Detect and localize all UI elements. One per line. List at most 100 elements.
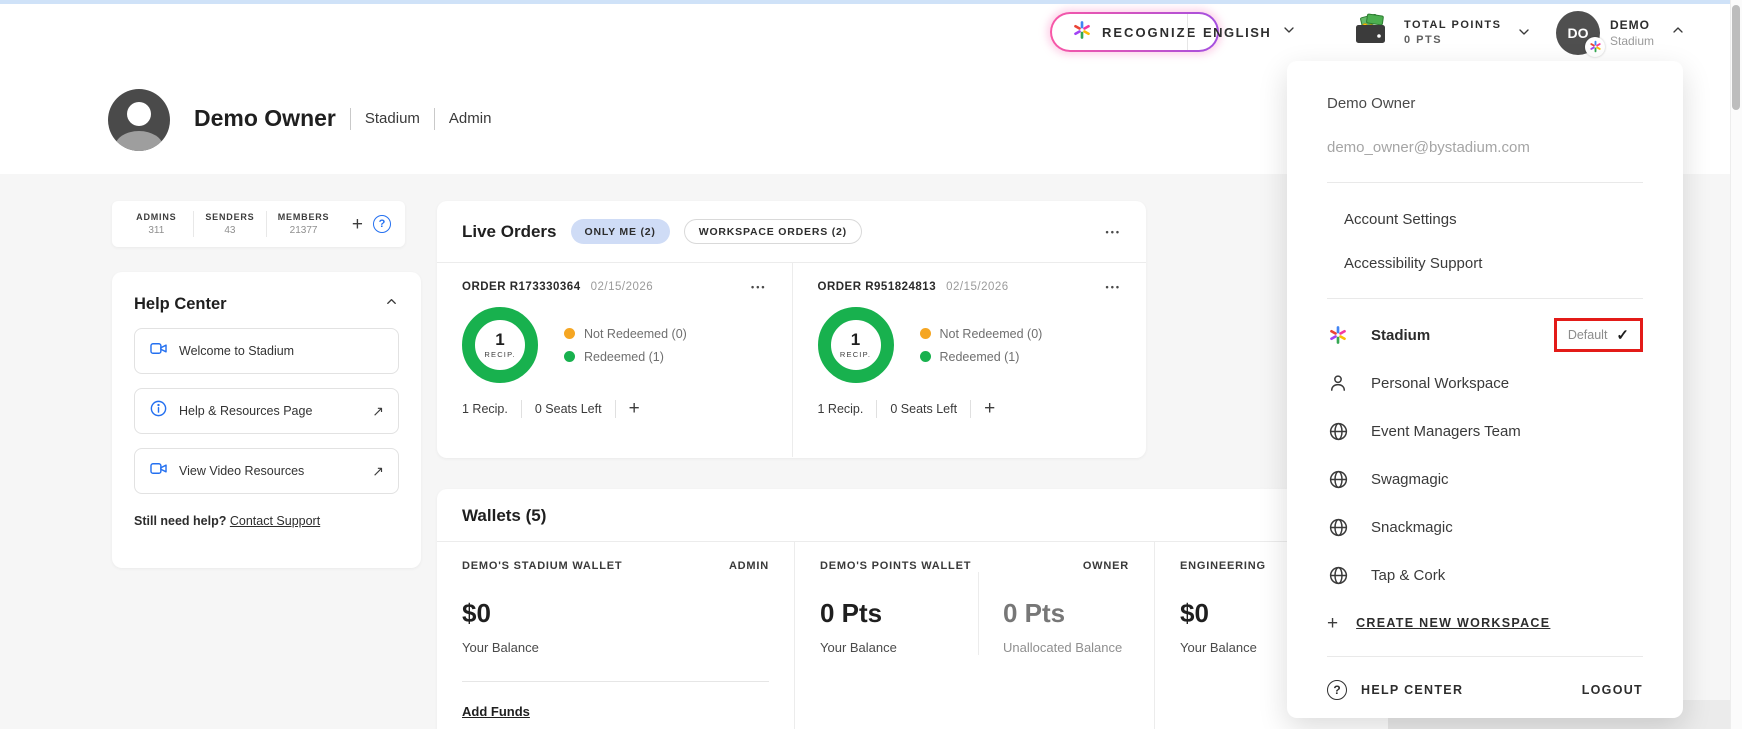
workspace-label: Personal Workspace bbox=[1371, 375, 1509, 392]
menu-item-accessibility-support[interactable]: Accessibility Support bbox=[1344, 255, 1482, 272]
default-label: Default bbox=[1568, 328, 1608, 342]
profile-avatar bbox=[108, 89, 170, 151]
workspace-item-tap-and-cork[interactable]: Tap & Cork bbox=[1327, 551, 1643, 599]
legend-label: Redeemed (1) bbox=[940, 350, 1020, 364]
divider bbox=[615, 400, 616, 418]
more-options-icon[interactable]: ••• bbox=[1106, 282, 1121, 292]
language-label: ENGLISH bbox=[1203, 25, 1271, 40]
legend-label: Redeemed (1) bbox=[584, 350, 664, 364]
workspace-item-snackmagic[interactable]: Snackmagic bbox=[1327, 503, 1643, 551]
globe-icon bbox=[1327, 517, 1349, 538]
points-chevron-down-icon[interactable] bbox=[1516, 24, 1532, 45]
help-item-videos[interactable]: View Video Resources ↗ bbox=[134, 448, 399, 494]
divider bbox=[1327, 298, 1643, 299]
globe-icon bbox=[1327, 469, 1349, 490]
help-footer-prompt: Still need help? bbox=[134, 514, 226, 528]
recognize-label: RECOGNIZE bbox=[1102, 25, 1197, 40]
stat-label: MEMBERS bbox=[278, 212, 330, 222]
stat-label: SENDERS bbox=[205, 212, 254, 222]
add-recipient-button[interactable]: + bbox=[629, 399, 640, 418]
user-dropdown-menu: Demo Owner demo_owner@bystadium.com Acco… bbox=[1287, 61, 1683, 718]
legend-label: Not Redeemed (0) bbox=[940, 327, 1043, 341]
more-options-icon[interactable]: ••• bbox=[1106, 227, 1121, 237]
wallet-balance-caption: Your Balance bbox=[820, 640, 978, 655]
wallet-unallocated-balance: 0 Pts bbox=[1003, 598, 1122, 629]
help-question-icon[interactable]: ? bbox=[373, 215, 391, 233]
workspace-item-swagmagic[interactable]: Swagmagic bbox=[1327, 455, 1643, 503]
create-workspace-label: CREATE NEW WORKSPACE bbox=[1356, 616, 1550, 630]
user-name: DEMO bbox=[1610, 18, 1654, 32]
divider bbox=[462, 681, 769, 682]
stadium-logo-icon bbox=[1327, 325, 1349, 345]
wallet-balance-caption: Your Balance bbox=[462, 640, 769, 655]
total-points-selector[interactable]: TOTAL POINTS 0 PTS bbox=[1352, 0, 1501, 65]
menu-item-account-settings[interactable]: Account Settings bbox=[1344, 211, 1457, 228]
recipient-count: 1 bbox=[851, 331, 860, 348]
tab-workspace-orders[interactable]: WORKSPACE ORDERS (2) bbox=[684, 219, 862, 244]
help-item-label: Welcome to Stadium bbox=[179, 344, 294, 358]
wallet-stadium: DEMO'S STADIUM WALLET ADMIN $0 Your Bala… bbox=[437, 542, 794, 729]
order-card: ORDER R951824813 02/15/2026 ••• 1 RECIP.… bbox=[792, 263, 1147, 457]
wallet-money-icon bbox=[1352, 12, 1392, 53]
divider bbox=[1327, 656, 1643, 657]
collapse-chevron-up-icon[interactable] bbox=[384, 294, 399, 314]
recip-summary: 1 Recip. bbox=[818, 402, 864, 416]
workspace-item-event-managers[interactable]: Event Managers Team bbox=[1327, 407, 1643, 455]
wallet-name: DEMO'S POINTS WALLET bbox=[820, 560, 971, 572]
menu-user-email: demo_owner@bystadium.com bbox=[1327, 139, 1530, 156]
stat-senders[interactable]: SENDERS 43 bbox=[194, 212, 267, 236]
external-link-icon: ↗ bbox=[372, 463, 384, 480]
globe-icon bbox=[1327, 565, 1349, 586]
globe-icon bbox=[1327, 421, 1349, 442]
top-accent-strip bbox=[0, 0, 1742, 4]
person-icon bbox=[1327, 373, 1349, 393]
wallet-name: DEMO'S STADIUM WALLET bbox=[462, 560, 622, 572]
add-recipient-button[interactable]: + bbox=[984, 399, 995, 418]
legend-dot-not-redeemed bbox=[564, 328, 575, 339]
wallet-balance: $0 bbox=[462, 598, 769, 629]
stat-admins[interactable]: ADMINS 311 bbox=[120, 212, 193, 236]
more-options-icon[interactable]: ••• bbox=[751, 282, 766, 292]
tab-only-me[interactable]: ONLY ME (2) bbox=[571, 219, 670, 244]
recip-summary: 1 Recip. bbox=[462, 402, 508, 416]
plus-icon: + bbox=[1327, 614, 1338, 633]
workspace-item-personal[interactable]: Personal Workspace bbox=[1327, 359, 1643, 407]
recipient-count: 1 bbox=[495, 331, 504, 348]
user-menu-trigger[interactable]: DO DEMO Stadium bbox=[1556, 0, 1686, 65]
workspace-label: Snackmagic bbox=[1371, 519, 1453, 536]
help-center-button[interactable]: ? HELP CENTER bbox=[1327, 680, 1463, 700]
profile-workspace: Stadium bbox=[365, 110, 420, 127]
workspace-item-stadium[interactable]: Stadium Default ✓ bbox=[1327, 311, 1643, 359]
add-members-button[interactable]: + bbox=[352, 215, 363, 234]
total-points-label: TOTAL POINTS bbox=[1404, 19, 1501, 31]
stat-members[interactable]: MEMBERS 21377 bbox=[267, 212, 340, 236]
profile-name: Demo Owner bbox=[194, 105, 336, 132]
divider bbox=[876, 400, 877, 418]
external-link-icon: ↗ bbox=[372, 403, 384, 420]
topbar-divider bbox=[1187, 14, 1188, 50]
help-item-welcome[interactable]: Welcome to Stadium bbox=[134, 328, 399, 374]
wallet-role-badge: ADMIN bbox=[729, 560, 769, 572]
divider bbox=[350, 108, 351, 130]
workspace-label: Swagmagic bbox=[1371, 471, 1449, 488]
create-workspace-button[interactable]: + CREATE NEW WORKSPACE bbox=[1327, 599, 1550, 647]
stat-label: ADMINS bbox=[136, 212, 176, 222]
order-date: 02/15/2026 bbox=[946, 281, 1009, 293]
wallet-points: DEMO'S POINTS WALLET OWNER 0 Pts Your Ba… bbox=[794, 542, 1154, 729]
help-center-label: HELP CENTER bbox=[1361, 683, 1463, 697]
scrollbar-thumb[interactable] bbox=[1732, 5, 1740, 110]
contact-support-link[interactable]: Contact Support bbox=[230, 514, 320, 528]
question-icon: ? bbox=[1327, 680, 1347, 700]
recognize-button[interactable]: RECOGNIZE bbox=[1050, 12, 1219, 52]
add-funds-link[interactable]: Add Funds bbox=[462, 704, 530, 719]
scrollbar-track[interactable] bbox=[1730, 0, 1742, 729]
logout-button[interactable]: LOGOUT bbox=[1582, 683, 1643, 697]
stat-value: 311 bbox=[148, 225, 164, 236]
order-card: ORDER R173330364 02/15/2026 ••• 1 RECIP.… bbox=[437, 263, 792, 457]
members-stats-card: ADMINS 311 SENDERS 43 MEMBERS 21377 + ? bbox=[112, 201, 405, 247]
recipients-donut-chart: 1 RECIP. bbox=[818, 307, 894, 383]
help-item-label: Help & Resources Page bbox=[179, 404, 312, 418]
language-selector[interactable]: ENGLISH bbox=[1203, 0, 1297, 65]
help-item-resources[interactable]: Help & Resources Page ↗ bbox=[134, 388, 399, 434]
video-icon bbox=[149, 339, 168, 363]
